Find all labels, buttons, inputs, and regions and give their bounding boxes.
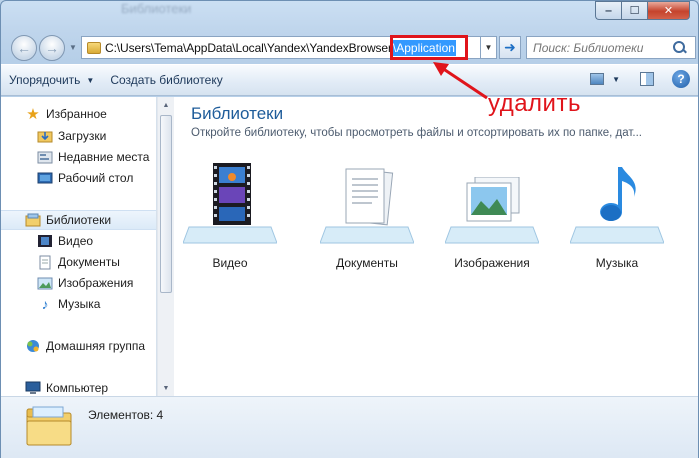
library-item-documents[interactable]: Документы <box>312 163 422 273</box>
sidebar-item-homegroup[interactable]: Домашняя группа <box>25 336 156 356</box>
sidebar-item-computer[interactable]: Компьютер <box>25 378 156 396</box>
navigation-pane: ★ Избранное Загрузки Недавние места Рабо… <box>1 97 157 396</box>
images-library-icon <box>466 177 520 222</box>
sidebar-item-images[interactable]: Изображения <box>37 273 156 293</box>
scroll-down-icon[interactable]: ▼ <box>158 380 174 396</box>
desktop-icon <box>37 170 53 186</box>
sidebar-item-label: Документы <box>58 255 120 269</box>
sidebar-item-label: Музыка <box>58 297 101 311</box>
library-label: Музыка <box>595 256 639 270</box>
change-view-icon[interactable] <box>590 73 605 85</box>
downloads-icon <box>37 128 53 144</box>
navigation-pane-scrollbar[interactable]: ▲ ▼ <box>157 97 174 396</box>
organize-label: Упорядочить <box>9 73 81 87</box>
sidebar-item-favorites[interactable]: ★ Избранное <box>25 104 156 124</box>
libraries-icon <box>25 212 41 228</box>
address-dropdown-button[interactable]: ▼ <box>481 36 497 59</box>
create-library-label: Создать библиотеку <box>110 73 223 87</box>
maximize-button[interactable]: ☐ <box>621 1 647 20</box>
sidebar-item-label: Библиотеки <box>46 213 112 227</box>
address-path: C:\Users\Tema\AppData\Local\Yandex\Yande… <box>105 40 392 55</box>
organize-button[interactable]: Упорядочить ▼ <box>1 69 102 91</box>
page-title: Библиотеки <box>191 104 284 123</box>
sidebar-item-desktop[interactable]: Рабочий стол <box>37 168 156 188</box>
forward-button[interactable]: → <box>39 35 65 61</box>
navigation-bar: ← → ▼ C:\Users\Tema\AppData\Local\Yandex… <box>9 33 696 61</box>
toolbar-right: ▼ ? <box>590 70 690 88</box>
sidebar-item-label: Недавние места <box>58 150 150 164</box>
library-item-video[interactable]: Видео <box>175 163 285 273</box>
chevron-down-icon[interactable]: ▼ <box>612 75 620 84</box>
folder-icon <box>87 41 101 54</box>
sidebar-item-documents[interactable]: Документы <box>37 252 156 272</box>
library-item-images[interactable]: Изображения <box>437 163 547 273</box>
images-icon <box>37 275 53 291</box>
sidebar-item-label: Видео <box>58 234 94 248</box>
arrow-right-icon: ➜ <box>504 39 516 55</box>
close-button[interactable]: ✕ <box>647 1 690 20</box>
preview-pane-icon[interactable] <box>640 72 654 86</box>
sidebar-item-downloads[interactable]: Загрузки <box>37 126 156 146</box>
window-title: Библиотеки <box>121 1 192 16</box>
library-label: Документы <box>336 256 398 270</box>
caption-buttons: ‒ ☐ ✕ <box>595 1 690 20</box>
computer-icon <box>25 380 41 396</box>
scrollbar-thumb[interactable] <box>160 115 172 293</box>
library-label: Изображения <box>454 256 530 270</box>
item-count: Элементов: 4 <box>88 408 164 422</box>
libraries-folder-icon <box>26 406 72 446</box>
help-icon[interactable]: ? <box>672 70 690 88</box>
sidebar-item-label: Изображения <box>58 276 134 290</box>
homegroup-icon <box>25 338 41 354</box>
library-view: Библиотеки Откройте библиотеку, чтобы пр… <box>175 97 698 396</box>
recent-pages-dropdown[interactable]: ▼ <box>69 43 77 52</box>
sidebar-item-video[interactable]: Видео <box>37 231 156 251</box>
library-label: Видео <box>212 256 248 270</box>
documents-icon <box>37 254 53 270</box>
search-icon[interactable] <box>673 40 687 55</box>
sidebar-item-label: Компьютер <box>46 381 109 395</box>
page-subtitle: Откройте библиотеку, чтобы просмотреть ф… <box>191 127 642 139</box>
search-box[interactable] <box>526 36 696 59</box>
recent-places-icon <box>37 149 53 165</box>
video-icon <box>37 233 53 249</box>
documents-library-icon <box>345 168 394 226</box>
create-library-button[interactable]: Создать библиотеку <box>102 69 230 91</box>
search-input[interactable] <box>527 40 667 55</box>
content-area: ★ Избранное Загрузки Недавние места Рабо… <box>1 97 698 396</box>
chevron-down-icon: ▼ <box>86 75 95 85</box>
annotation-label: удалить <box>488 90 581 117</box>
command-bar: Упорядочить ▼ Создать библиотеку ▼ ? <box>1 64 698 96</box>
chevron-down-icon: ▼ <box>484 43 493 52</box>
library-item-music[interactable]: Музыка <box>562 163 672 273</box>
sidebar-item-music[interactable]: ♪ Музыка <box>37 294 156 314</box>
sidebar-item-label: Домашняя группа <box>46 339 146 353</box>
sidebar-item-label: Загрузки <box>58 129 107 143</box>
arrow-right-icon: → <box>45 40 59 56</box>
sidebar-item-label: Избранное <box>46 107 107 121</box>
details-pane: Элементов: 4 <box>1 396 698 458</box>
back-button[interactable]: ← <box>11 35 37 61</box>
video-library-icon <box>213 163 251 225</box>
sidebar-item-label: Рабочий стол <box>58 171 134 185</box>
star-icon: ★ <box>26 106 40 123</box>
go-button[interactable]: ➜ <box>499 36 521 59</box>
music-icon: ♪ <box>41 296 49 312</box>
minimize-button[interactable]: ‒ <box>595 1 621 20</box>
annotation-highlight-box <box>390 35 468 60</box>
music-library-icon <box>600 167 636 221</box>
arrow-left-icon: ← <box>17 40 31 56</box>
sidebar-item-libraries[interactable]: Библиотеки <box>1 210 156 230</box>
sidebar-item-recent-places[interactable]: Недавние места <box>37 147 156 167</box>
scroll-up-icon[interactable]: ▲ <box>158 97 174 113</box>
